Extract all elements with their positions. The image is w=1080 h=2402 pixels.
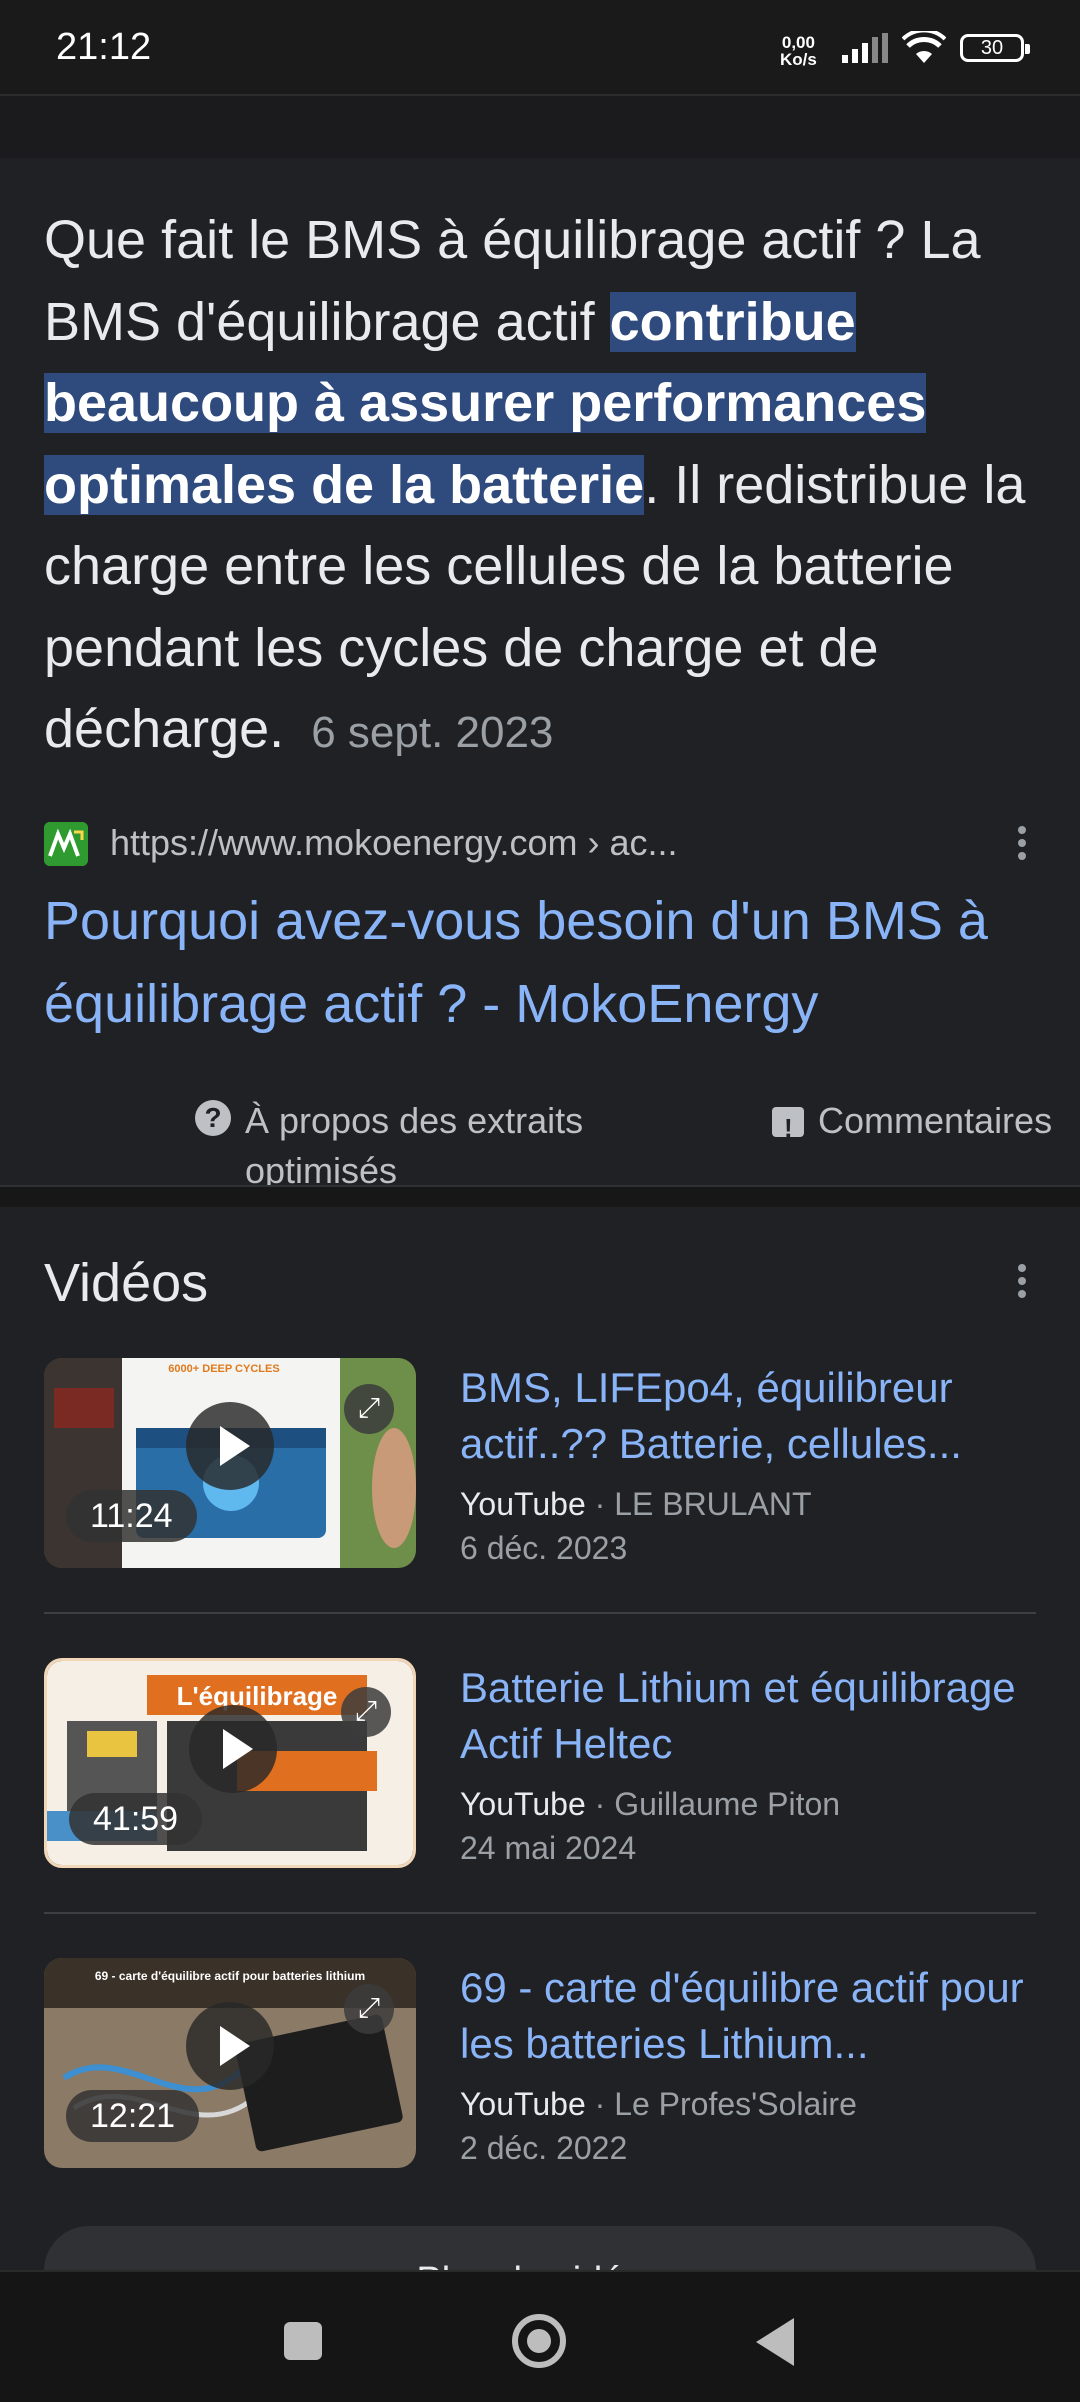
snippet-footer: ? À propos des extraits optimisés Commen…	[0, 1090, 1080, 1190]
mokoenergy-logo-icon	[44, 822, 88, 866]
video-result[interactable]: L'équilibrage ⤢ 41:59 Batterie Lithium e…	[44, 1658, 1044, 1868]
video-platform: YouTube	[460, 1486, 586, 1522]
feedback-label: Commentaires	[818, 1100, 1053, 1141]
video-thumbnail[interactable]: L'équilibrage ⤢ 41:59	[44, 1658, 416, 1868]
video-divider	[44, 1612, 1036, 1614]
video-source: YouTube · Le Profes'Solaire	[460, 2086, 857, 2122]
source-row[interactable]: https://www.mokoenergy.com › ac...	[44, 818, 1044, 870]
video-channel: Le Profes'Solaire	[614, 2086, 857, 2122]
wifi-icon	[902, 31, 946, 63]
network-speed-unit: Ko/s	[780, 50, 817, 69]
snippet-date: 6 sept. 2023	[311, 708, 554, 757]
video-title-link[interactable]: Batterie Lithium et équilibrage Actif He…	[460, 1660, 1040, 1772]
network-speed-value: 0,00	[781, 33, 815, 52]
video-title-link[interactable]: BMS, LIFEpo4, équilibreur actif..?? Batt…	[460, 1360, 1040, 1472]
video-duration: 11:24	[66, 1490, 197, 1542]
video-date: 6 déc. 2023	[460, 1530, 628, 1566]
video-thumbnail[interactable]: 6000+ DEEP CYCLES ⤢ 11:24	[44, 1358, 416, 1568]
thumbnail-caption: 6000+ DEEP CYCLES	[168, 1363, 279, 1375]
play-icon[interactable]	[189, 1705, 277, 1793]
video-thumbnail[interactable]: 69 - carte d'équilibre actif pour batter…	[44, 1958, 416, 2168]
video-result[interactable]: 69 - carte d'équilibre actif pour batter…	[44, 1958, 1044, 2168]
video-title-link[interactable]: 69 - carte d'équilibre actif pour les ba…	[460, 1960, 1040, 2072]
status-icons: 30	[842, 28, 1030, 68]
video-source: YouTube · Guillaume Piton	[460, 1786, 841, 1822]
video-channel: LE BRULANT	[614, 1486, 812, 1522]
video-result[interactable]: 6000+ DEEP CYCLES ⤢ 11:24 BMS, LIFEpo4, …	[44, 1358, 1044, 1568]
video-duration: 12:21	[66, 2090, 200, 2142]
expand-icon[interactable]: ⤢	[344, 1384, 394, 1434]
system-navigation-bar	[0, 2270, 1080, 2402]
top-strip	[0, 94, 1080, 158]
site-favicon	[44, 822, 88, 866]
thumbnail-caption: L'équilibrage	[177, 1681, 338, 1711]
video-date: 24 mai 2024	[460, 1830, 637, 1866]
status-time: 21:12	[56, 26, 152, 68]
feedback-button[interactable]: Commentaires	[772, 1096, 1053, 1153]
result-title-link[interactable]: Pourquoi avez-vous besoin d'un BMS à équ…	[44, 880, 1044, 1046]
video-date: 2 déc. 2022	[460, 2130, 628, 2166]
network-speed: 0,00 Ko/s	[780, 34, 817, 68]
play-icon[interactable]	[186, 1402, 274, 1490]
battery-icon: 30	[960, 34, 1030, 62]
status-bar: 21:12 0,00 Ko/s 30	[0, 0, 1080, 94]
videos-more-options-icon[interactable]	[1016, 1264, 1028, 1304]
expand-icon[interactable]: ⤢	[341, 1687, 391, 1737]
back-icon[interactable]	[756, 2318, 794, 2366]
video-divider	[44, 1912, 1036, 1914]
help-icon: ?	[195, 1100, 231, 1136]
featured-snippet-text: Que fait le BMS à équilibrage actif ? La…	[44, 200, 1044, 774]
video-channel: Guillaume Piton	[614, 1786, 841, 1822]
recent-apps-icon[interactable]	[284, 2322, 322, 2360]
video-platform: YouTube	[460, 2086, 586, 2122]
about-snippets-label: À propos des extraits optimisés	[245, 1100, 584, 1190]
result-more-options-icon[interactable]	[1016, 826, 1028, 866]
video-platform: YouTube	[460, 1786, 586, 1822]
source-url[interactable]: https://www.mokoenergy.com › ac...	[110, 822, 678, 864]
video-duration: 41:59	[69, 1793, 203, 1845]
section-divider	[0, 1185, 1080, 1207]
thumbnail-caption: 69 - carte d'équilibre actif pour batter…	[95, 1969, 365, 1983]
video-source: YouTube · LE BRULANT	[460, 1486, 812, 1522]
expand-icon[interactable]: ⤢	[344, 1984, 394, 2034]
videos-heading: Vidéos	[44, 1253, 209, 1313]
home-icon[interactable]	[512, 2314, 566, 2368]
signal-icon	[842, 33, 888, 63]
feedback-icon	[772, 1103, 804, 1153]
play-icon[interactable]	[186, 2002, 274, 2090]
